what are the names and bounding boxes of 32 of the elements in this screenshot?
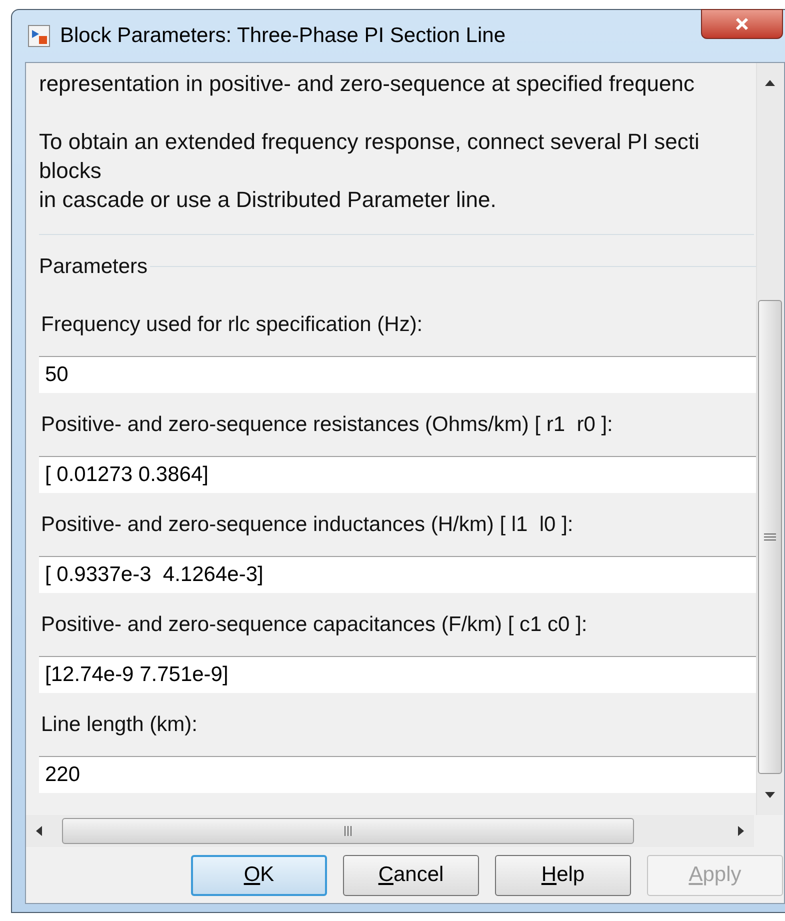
scroll-down-icon: [765, 792, 775, 798]
field-label: Positive- and zero-sequence inductances (H/km) [ l1 l0 ]:: [40, 512, 574, 538]
scrollbar-thumb[interactable]: [758, 300, 782, 774]
scroll-left-icon: [36, 826, 42, 836]
dialog-button[interactable]: Help: [495, 854, 631, 896]
description-text: representation in positive- and zero-sequence at specified frequenc: [39, 70, 696, 98]
description-text: To obtain an extended frequency response, connect several PI secti: [39, 128, 700, 156]
scroll-up-icon: [765, 80, 775, 86]
app-icon: [28, 25, 50, 47]
description-text: in cascade or use a Distributed Parameter line.: [39, 186, 498, 214]
grip-icon: [344, 826, 352, 836]
vertical-scrollbar[interactable]: [756, 63, 783, 815]
input-field[interactable]: [ 0.9337e-3 4.1264e-3]: [39, 556, 756, 592]
horizontal-scrollbar[interactable]: [26, 815, 754, 847]
close-button[interactable]: [701, 9, 783, 39]
group-title: Parameters: [39, 254, 149, 280]
scroll-right-icon: [738, 826, 744, 836]
input-field[interactable]: 220: [39, 756, 756, 792]
scrollbar-thumb[interactable]: [62, 818, 634, 844]
description-text: blocks: [39, 157, 102, 185]
field-label: Line length (km):: [40, 712, 198, 738]
field-label: Frequency used for rlc specification (Hz):: [40, 312, 424, 338]
window-title: Block Parameters: Three-Phase PI Section Line: [60, 23, 506, 50]
dialog-button[interactable]: OK: [191, 854, 327, 896]
field-label: Positive- and zero-sequence resistances (Ohms/km) [ r1 r0 ]:: [40, 412, 614, 438]
close-icon: [734, 17, 750, 31]
dialog-button[interactable]: Cancel: [343, 854, 479, 896]
input-field[interactable]: [ 0.01273 0.3864]: [39, 456, 756, 492]
field-label: Positive- and zero-sequence capacitances (F/km) [ c1 c0 ]:: [40, 612, 588, 638]
grip-icon: [764, 533, 776, 541]
input-field[interactable]: [12.74e-9 7.751e-9]: [39, 656, 756, 692]
input-field[interactable]: 50: [39, 356, 756, 392]
